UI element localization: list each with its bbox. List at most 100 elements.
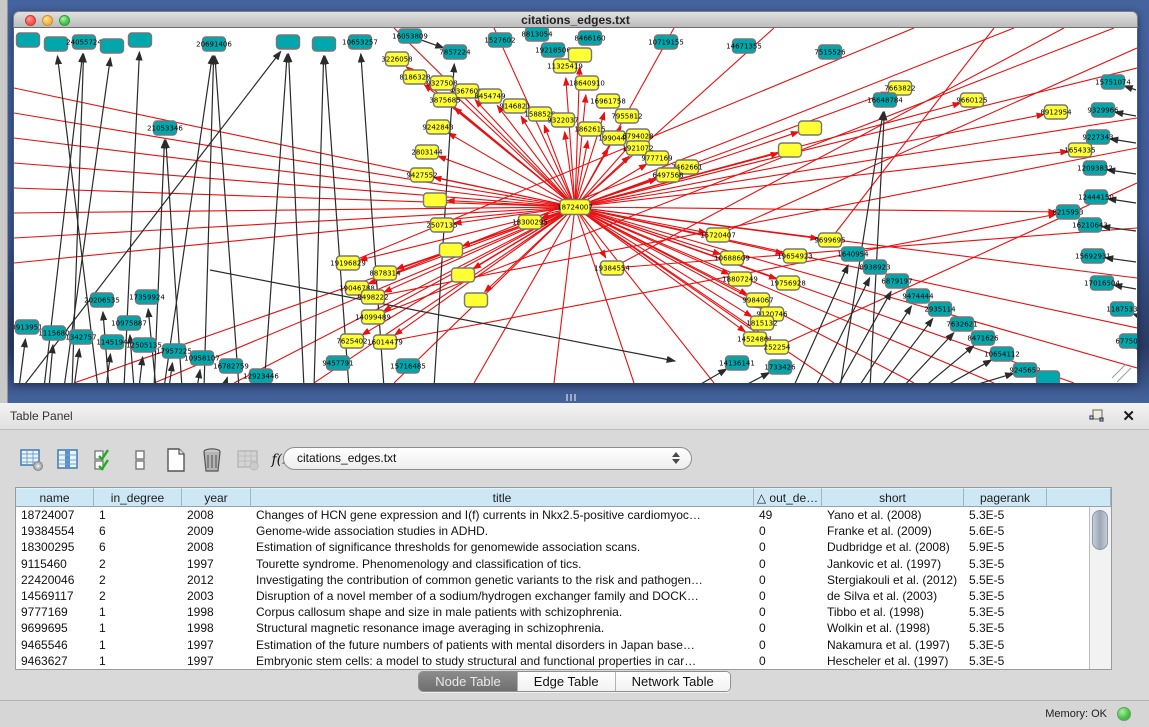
graph-node[interactable]: 9984067 — [742, 293, 773, 307]
graph-node[interactable]: 9329966 — [1087, 103, 1119, 117]
graph-node[interactable]: 9777169 — [641, 151, 672, 165]
show-columns-icon[interactable] — [54, 447, 81, 474]
graph-node[interactable]: 1187533 — [1106, 302, 1137, 316]
graph-node[interactable]: 15720407 — [700, 228, 736, 242]
table-row[interactable]: 1872400712008Changes of HCN gene express… — [16, 507, 1111, 523]
graph-node[interactable]: 9498222 — [357, 290, 388, 304]
tab-node-table[interactable]: Node Table — [419, 672, 518, 691]
graph-node[interactable]: 2507135 — [426, 218, 457, 232]
graph-node[interactable]: 15716485 — [390, 359, 426, 373]
graph-node[interactable]: 9457791 — [322, 356, 353, 370]
table-settings-icon[interactable] — [18, 447, 45, 474]
graph-node[interactable]: 16014479 — [367, 335, 403, 349]
hub-node[interactable]: 18724007 — [557, 200, 593, 215]
table-row[interactable]: 1830029562008Estimation of significance … — [16, 539, 1111, 555]
graph-node[interactable] — [452, 268, 475, 282]
graph-node[interactable]: 12923446 — [243, 369, 279, 383]
column-header[interactable]: in_degree — [94, 488, 182, 507]
graph-node[interactable]: 6497568 — [652, 168, 683, 182]
graph-node[interactable]: 9242843 — [422, 120, 453, 134]
graph-node[interactable]: 8471626 — [967, 331, 999, 345]
graph-node[interactable]: 24055724 — [66, 35, 102, 49]
graph-node[interactable]: 3875685 — [429, 93, 460, 107]
graph-node[interactable]: 16210643 — [1072, 218, 1108, 232]
table-row[interactable]: 969969511998Structural magnetic resonanc… — [16, 620, 1111, 636]
column-header[interactable]: year — [182, 488, 251, 507]
graph-node[interactable]: 14136141 — [719, 356, 755, 370]
graph-node[interactable]: 8878314 — [369, 266, 401, 280]
column-header[interactable]: name — [16, 488, 94, 507]
graph-node[interactable]: 6775043 — [1115, 334, 1137, 348]
graph-node[interactable]: 252254 — [764, 340, 791, 354]
zoom-window-icon[interactable] — [59, 15, 70, 26]
graph-node[interactable] — [101, 39, 124, 53]
graph-node[interactable]: 17016504 — [1084, 276, 1120, 290]
graph-node[interactable]: 12444150 — [1078, 190, 1114, 204]
graph-node[interactable]: 8938923 — [859, 260, 890, 274]
graph-node[interactable] — [1037, 371, 1060, 383]
column-header[interactable]: short — [822, 488, 964, 507]
graph-node[interactable]: 17359924 — [129, 290, 165, 304]
table-row[interactable]: 1938455462009Genome-wide association stu… — [16, 523, 1111, 539]
graph-node[interactable] — [465, 293, 488, 307]
graph-node[interactable]: 1654335 — [1064, 143, 1095, 157]
graph-node[interactable] — [129, 33, 152, 47]
memory-status-icon[interactable] — [1117, 707, 1131, 721]
graph-node[interactable]: 10654112 — [984, 347, 1020, 361]
graph-node[interactable]: 15692931 — [1075, 249, 1111, 263]
table-row[interactable]: 946362711997Embryonic stem cells: a mode… — [16, 653, 1111, 669]
delete-table-icon[interactable] — [198, 447, 225, 474]
graph-node[interactable]: 7515526 — [814, 45, 846, 59]
table-chooser-select[interactable]: citations_edges.txt — [283, 447, 692, 470]
column-header[interactable]: pagerank — [964, 488, 1047, 507]
row-height-icon[interactable] — [126, 447, 153, 474]
graph-node[interactable] — [779, 143, 802, 157]
float-panel-icon[interactable] — [1089, 408, 1105, 424]
graph-node[interactable]: 19654923 — [777, 249, 813, 263]
graph-node[interactable] — [313, 37, 336, 51]
graph-node[interactable]: 20691406 — [196, 37, 232, 51]
graph-node[interactable]: 9427552 — [406, 168, 437, 182]
close-panel-icon[interactable]: ✕ — [1122, 407, 1135, 425]
table-row[interactable]: 2242004622012Investigating the contribut… — [16, 572, 1111, 588]
graph-node[interactable] — [440, 243, 463, 257]
graph-node[interactable]: 18640910 — [569, 76, 605, 90]
graph-node[interactable]: 20206535 — [84, 293, 120, 307]
graph-node[interactable]: 1342757 — [65, 330, 96, 344]
minimize-window-icon[interactable] — [42, 15, 53, 26]
graph-node[interactable] — [424, 193, 447, 207]
graph-node[interactable]: 8912954 — [1040, 105, 1072, 119]
node-table-body[interactable]: 1872400712008Changes of HCN gene express… — [16, 507, 1111, 669]
graph-node[interactable]: 1145194 — [96, 335, 128, 349]
graph-node[interactable]: 10653257 — [342, 35, 378, 49]
table-row[interactable]: 911546021997Tourette syndrome. Phenomeno… — [16, 556, 1111, 572]
graph-node[interactable]: 8215953 — [1052, 205, 1083, 219]
graph-node[interactable]: 16961758 — [590, 94, 626, 108]
graph-node[interactable]: 7625402 — [336, 334, 367, 348]
graph-node[interactable]: 8454749 — [474, 89, 505, 103]
table-row[interactable]: 1456911722003Disruption of a novel membe… — [16, 588, 1111, 604]
graph-node[interactable]: 10975887 — [111, 316, 147, 330]
graph-node[interactable] — [799, 121, 822, 135]
column-header[interactable]: title — [251, 488, 754, 507]
select-rows-icon[interactable] — [90, 447, 117, 474]
scrollbar-thumb[interactable] — [1092, 510, 1108, 550]
graph-node[interactable]: 7857224 — [439, 45, 471, 59]
graph-node[interactable] — [17, 33, 40, 47]
graph-node[interactable]: 9699695 — [814, 233, 845, 247]
graph-node[interactable]: 19218506 — [535, 43, 571, 57]
graph-node[interactable]: 9474444 — [902, 289, 934, 303]
graph-node[interactable]: 3226058 — [381, 52, 412, 66]
import-table-icon[interactable] — [234, 447, 261, 474]
table-row[interactable]: 946554611997Estimation of the future num… — [16, 637, 1111, 653]
graph-node[interactable]: 7955812 — [611, 109, 642, 123]
graph-node[interactable]: 8813054 — [521, 28, 553, 41]
tab-edge-table[interactable]: Edge Table — [518, 672, 616, 691]
graph-node[interactable]: 9660125 — [956, 93, 987, 107]
close-window-icon[interactable] — [25, 15, 36, 26]
table-row[interactable]: 977716911998Corpus callosum shape and si… — [16, 604, 1111, 620]
network-window-titlebar[interactable]: citations_edges.txt — [13, 11, 1138, 28]
graph-node[interactable]: 7632621 — [946, 317, 977, 331]
graph-node[interactable]: 19384554 — [594, 261, 630, 275]
graph-node[interactable]: 1640954 — [837, 247, 869, 261]
